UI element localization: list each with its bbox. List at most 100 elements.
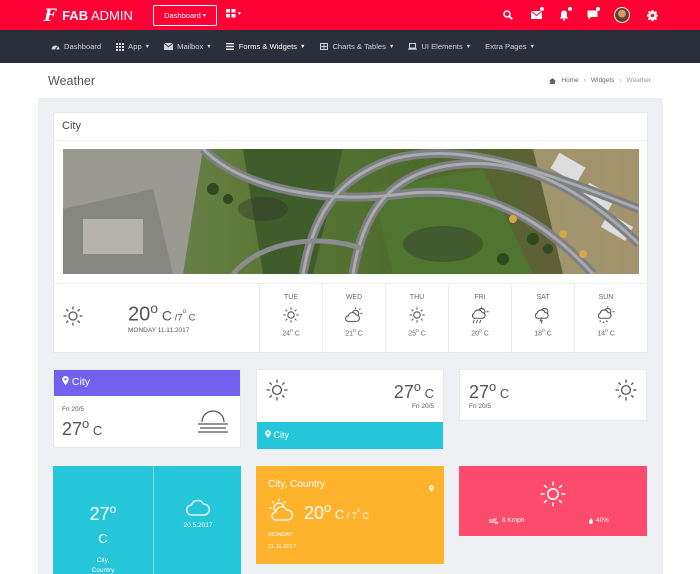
widget-date: Fri 20/5 [469, 403, 492, 410]
apps-grid-button[interactable]: ▾ [226, 9, 241, 18]
forecast-day-temp: 20o C [471, 328, 489, 338]
forecast-day-name: FRI [474, 294, 486, 301]
list-icon [226, 43, 235, 51]
wind-speed: 8 Kmph [489, 517, 524, 524]
card-title: City [54, 113, 647, 141]
forecast-day-temp: 24o C [282, 328, 300, 338]
nav-item-ui-elements[interactable]: UI Elements ▼ [408, 42, 471, 51]
main-nav: Dashboard App ▼ Mailbox ▼ Forms & Widgets ▼… [0, 30, 700, 63]
breadcrumb-home[interactable]: Home [561, 77, 578, 84]
breadcrumb-widgets[interactable]: Widgets [591, 77, 614, 84]
weather-widget-orange: City, Country 20o C / 7o C MONDAY 11.11.… [256, 466, 444, 564]
city-aerial-image [63, 149, 639, 274]
nav-item-extra-pages[interactable]: Extra Pages ▼ [485, 42, 535, 51]
cloud-icon [155, 500, 241, 516]
sun-icon [540, 481, 566, 512]
nav-item-forms-widgets[interactable]: Forms & Widgets ▼ [226, 42, 305, 51]
laptop-icon [408, 43, 418, 51]
sun-rain-icon [449, 304, 511, 326]
widget-temperature: 20o C / 7o C [304, 500, 370, 523]
sun-icon [386, 304, 448, 326]
widget-temperature: 27o C [393, 379, 434, 402]
widget-temperature: 27o C [62, 416, 103, 439]
forecast-day-temp: 18o C [534, 328, 552, 338]
gear-icon[interactable] [646, 9, 658, 21]
nav-item-app[interactable]: App ▼ [115, 42, 150, 51]
logo[interactable]: F FAB ADMIN [44, 7, 133, 25]
weather-widget-plain: 27o C Fri 20/5 [459, 369, 647, 421]
forecast-day-name: SAT [536, 294, 550, 301]
bell-icon[interactable] [558, 7, 572, 21]
widget-date: Fri 20/5 [411, 403, 434, 410]
mail-icon[interactable] [530, 7, 544, 21]
location-pin-icon[interactable] [429, 479, 434, 497]
current-temperature: 20o C /7o C [128, 300, 196, 326]
humidity-drop-icon [588, 517, 593, 524]
location-pin-icon [62, 376, 69, 385]
widget-temperature: 27o C [469, 379, 510, 402]
search-icon[interactable] [502, 9, 514, 21]
mail-icon [164, 43, 174, 51]
city-weather-card: City 20o C /7o C MONDAY 11.11.2017 TUE 2… [53, 112, 649, 353]
forecast-row: 20o C /7o C MONDAY 11.11.2017 TUE 24o C WE… [54, 283, 649, 353]
forecast-day: TUE 24o C [259, 284, 322, 353]
cloudy-sun-icon [323, 304, 385, 326]
humidity: 40% [588, 517, 609, 524]
widget-city-band: City [54, 370, 240, 396]
widget-temperature: 27o C [89, 502, 117, 546]
sun-icon [266, 379, 288, 406]
breadcrumb-current: Weather [626, 77, 651, 84]
fog-icon [196, 410, 230, 441]
wind-icon [489, 517, 498, 524]
forecast-day-name: THU [409, 294, 425, 301]
weather-widget-cyan: 27o C City, Country 20.5.2017 [53, 466, 241, 574]
brand-name: FAB ADMIN [62, 8, 133, 23]
sun-icon [260, 304, 322, 326]
forecast-day-temp: 14o C [597, 328, 615, 338]
widget-date: Fri 20/5 [62, 406, 85, 413]
breadcrumb: Home › Widgets › Weather [549, 77, 651, 84]
top-bar: F FAB ADMIN Dashboard ▾ ▾ [0, 0, 700, 30]
nav-item-charts-tables[interactable]: Charts & Tables ▼ [319, 42, 394, 51]
weather-widget-cyan-footer: 27o C Fri 20/5 City [256, 369, 444, 450]
widget-day: MONDAY [268, 532, 294, 538]
dashboard-dropdown-button[interactable]: Dashboard ▾ [153, 5, 217, 26]
widget-city-band: City [257, 422, 443, 449]
grid-icon [226, 9, 236, 18]
forecast-day-name: TUE [284, 294, 298, 301]
home-icon [549, 77, 557, 84]
logo-mark: F [44, 6, 57, 26]
cloud-snow-icon [575, 304, 637, 326]
weather-widget-purple: City Fri 20/5 27o C [53, 369, 241, 448]
widget-location: City, Country [268, 479, 326, 490]
forecast-day: WED 21o C [322, 284, 385, 353]
forecast-day: FRI 20o C [448, 284, 511, 353]
page-title: Weather [48, 74, 96, 88]
nav-item-dashboard[interactable]: Dashboard [51, 42, 101, 51]
chat-icon[interactable] [586, 7, 600, 21]
sun-icon [615, 379, 637, 406]
page-header: Weather Home › Widgets › Weather [0, 63, 700, 98]
nav-item-mailbox[interactable]: Mailbox ▼ [164, 42, 212, 51]
widget-date: 20.5.2017 [183, 522, 213, 529]
storm-icon [512, 304, 574, 326]
speedometer-icon [51, 43, 60, 51]
forecast-day-temp: 25o C [408, 328, 426, 338]
widget-location: City, Country [91, 557, 115, 574]
forecast-days: TUE 24o C WED 21o C THU 25o C FRI 20o C SAT 18o C… [259, 284, 637, 353]
sun-icon [63, 306, 83, 331]
forecast-day-name: SUN [598, 294, 614, 301]
widget-date: 11.11.2017 [268, 544, 297, 550]
forecast-day-name: WED [345, 294, 363, 301]
weather-widget-red: 8 Kmph 40% [459, 466, 647, 536]
current-date: MONDAY 11.11.2017 [128, 327, 190, 334]
forecast-day: THU 25o C [385, 284, 448, 353]
forecast-day-temp: 21o C [345, 328, 363, 338]
table-icon [319, 43, 328, 51]
forecast-day: SAT 18o C [511, 284, 574, 353]
location-pin-icon [265, 430, 271, 438]
grid-icon [115, 42, 124, 51]
avatar[interactable] [614, 7, 630, 23]
cloudy-sun-icon [267, 498, 297, 527]
forecast-day: SUN 14o C [574, 284, 637, 353]
